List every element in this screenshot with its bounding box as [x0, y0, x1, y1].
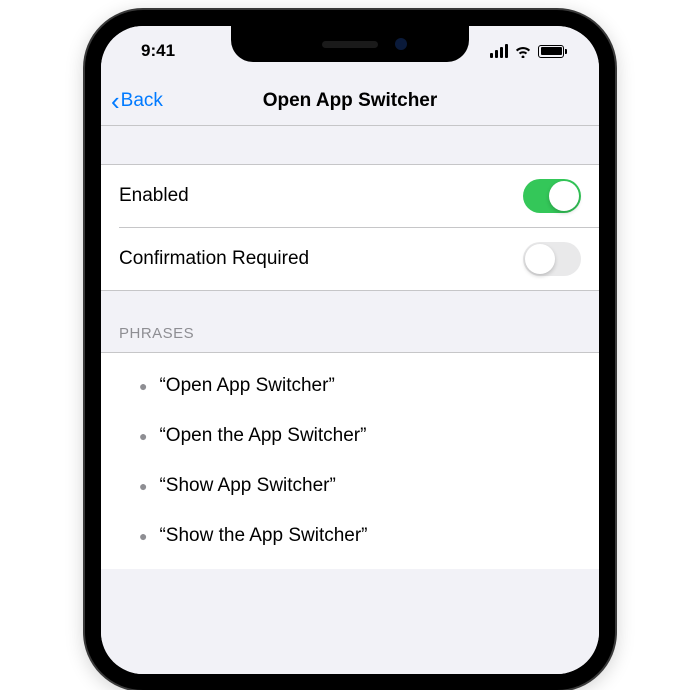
- cellular-signal-icon: [490, 44, 509, 58]
- settings-group: Enabled Confirmation Required: [101, 164, 599, 291]
- page-title: Open App Switcher: [263, 90, 438, 112]
- confirmation-row: Confirmation Required: [119, 227, 599, 290]
- phrases-header: PHRASES: [101, 291, 599, 352]
- phrase-item: ● “Show the App Switcher”: [101, 511, 599, 561]
- nav-bar: ‹ Back Open App Switcher: [101, 76, 599, 126]
- status-icons: [490, 44, 568, 58]
- enabled-row: Enabled: [101, 165, 599, 227]
- phrase-item: ● “Open the App Switcher”: [101, 411, 599, 461]
- phone-frame: 9:41: [85, 10, 615, 690]
- phrase-text: “Show App Switcher”: [159, 475, 335, 497]
- battery-icon: [538, 45, 567, 58]
- phrase-item: ● “Open App Switcher”: [101, 361, 599, 411]
- wifi-icon: [514, 44, 532, 58]
- bullet-icon: ●: [139, 478, 147, 494]
- phrases-list: ● “Open App Switcher” ● “Open the App Sw…: [101, 352, 599, 569]
- content-area: Enabled Confirmation Required PHRASES ● …: [101, 126, 599, 674]
- chevron-left-icon: ‹: [111, 88, 120, 114]
- bullet-icon: ●: [139, 428, 147, 444]
- phrase-text: “Show the App Switcher”: [159, 525, 367, 547]
- speaker: [322, 41, 378, 48]
- bullet-icon: ●: [139, 528, 147, 544]
- notch: [231, 26, 469, 62]
- status-time: 9:41: [141, 41, 175, 61]
- phrase-text: “Open App Switcher”: [159, 375, 334, 397]
- confirmation-toggle[interactable]: [523, 242, 581, 276]
- phrase-text: “Open the App Switcher”: [159, 425, 366, 447]
- back-button[interactable]: ‹ Back: [111, 88, 163, 114]
- enabled-toggle[interactable]: [523, 179, 581, 213]
- phrase-item: ● “Show App Switcher”: [101, 461, 599, 511]
- enabled-label: Enabled: [119, 185, 189, 207]
- confirmation-label: Confirmation Required: [119, 248, 309, 270]
- bullet-icon: ●: [139, 378, 147, 394]
- back-label: Back: [121, 90, 163, 112]
- front-camera: [395, 38, 407, 50]
- screen: 9:41: [101, 26, 599, 674]
